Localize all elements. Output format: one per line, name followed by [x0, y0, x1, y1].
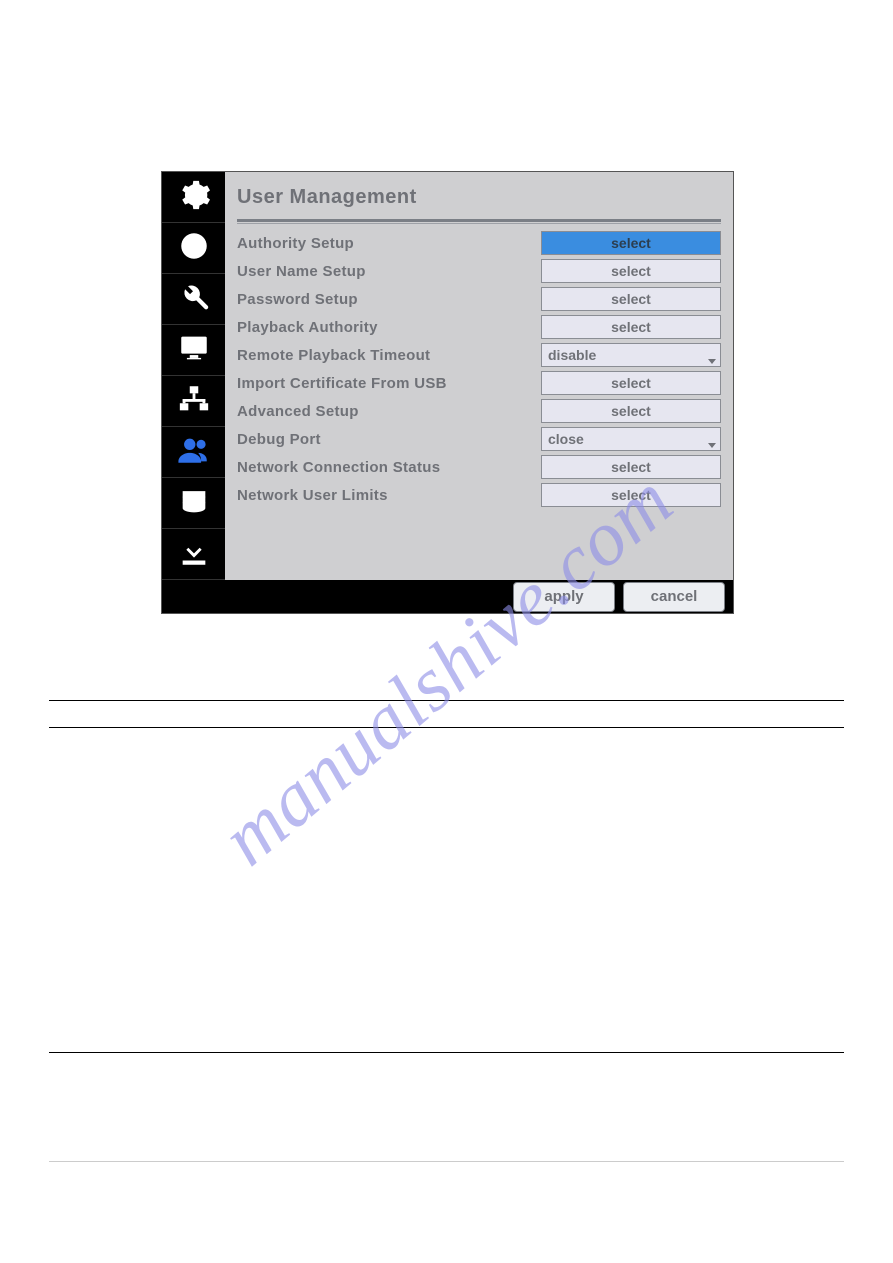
cancel-button[interactable]: cancel [623, 582, 725, 612]
row-select-button[interactable]: select [541, 287, 721, 311]
settings-row: Password Setupselect [237, 286, 721, 312]
settings-row: Playback Authorityselect [237, 314, 721, 340]
row-label: Import Certificate From USB [237, 375, 541, 392]
settings-row: Debug Portclose [237, 426, 721, 452]
settings-row: Authority Setupselect [237, 230, 721, 256]
network-icon [177, 382, 211, 421]
apply-button[interactable]: apply [513, 582, 615, 612]
row-select-button[interactable]: select [541, 231, 721, 255]
row-label: Network User Limits [237, 487, 541, 504]
row-label: Authority Setup [237, 235, 541, 252]
row-label: Debug Port [237, 431, 541, 448]
row-select-button[interactable]: select [541, 259, 721, 283]
row-dropdown[interactable]: disable [541, 343, 721, 367]
footer: apply cancel [162, 580, 733, 613]
row-select-button[interactable]: select [541, 315, 721, 339]
row-label: Remote Playback Timeout [237, 347, 541, 364]
settings-rows: Authority SetupselectUser Name Setupsele… [237, 230, 721, 508]
settings-row: Network User Limitsselect [237, 482, 721, 508]
divider [237, 219, 721, 222]
sidebar-item-network[interactable] [162, 376, 225, 427]
row-select-button[interactable]: select [541, 483, 721, 507]
users-icon [177, 433, 211, 472]
monitor-icon [177, 331, 211, 370]
page-divider [49, 1161, 844, 1162]
sidebar-item-download[interactable] [162, 529, 225, 580]
row-label: User Name Setup [237, 263, 541, 280]
row-label: Playback Authority [237, 319, 541, 336]
divider [237, 223, 721, 224]
page-divider [49, 1052, 844, 1053]
row-select-button[interactable]: select [541, 371, 721, 395]
row-label: Advanced Setup [237, 403, 541, 420]
sidebar-item-maintenance[interactable] [162, 274, 225, 325]
row-label: Network Connection Status [237, 459, 541, 476]
mouse-cursor-icon [545, 747, 555, 764]
page-divider [49, 727, 844, 728]
settings-row: User Name Setupselect [237, 258, 721, 284]
row-dropdown[interactable]: close [541, 427, 721, 451]
sidebar-item-storage[interactable] [162, 478, 225, 529]
disc-icon [177, 229, 211, 268]
sidebar-item-record[interactable] [162, 223, 225, 274]
panel-title: User Management [237, 180, 721, 219]
settings-row: Network Connection Statusselect [237, 454, 721, 480]
database-icon [177, 484, 211, 523]
settings-row: Remote Playback Timeoutdisable [237, 342, 721, 368]
row-label: Password Setup [237, 291, 541, 308]
settings-row: Import Certificate From USBselect [237, 370, 721, 396]
settings-row: Advanced Setupselect [237, 398, 721, 424]
settings-window: User Management Authority SetupselectUse… [161, 171, 734, 614]
download-icon [177, 535, 211, 574]
sidebar-item-settings[interactable] [162, 172, 225, 223]
sidebar-item-display[interactable] [162, 325, 225, 376]
row-select-button[interactable]: select [541, 399, 721, 423]
sidebar [162, 172, 225, 580]
page-divider [49, 700, 844, 701]
gear-icon [177, 178, 211, 217]
tools-icon [177, 280, 211, 319]
window-body: User Management Authority SetupselectUse… [162, 172, 733, 580]
sidebar-item-users[interactable] [162, 427, 225, 478]
row-select-button[interactable]: select [541, 455, 721, 479]
content-panel: User Management Authority SetupselectUse… [225, 172, 733, 580]
